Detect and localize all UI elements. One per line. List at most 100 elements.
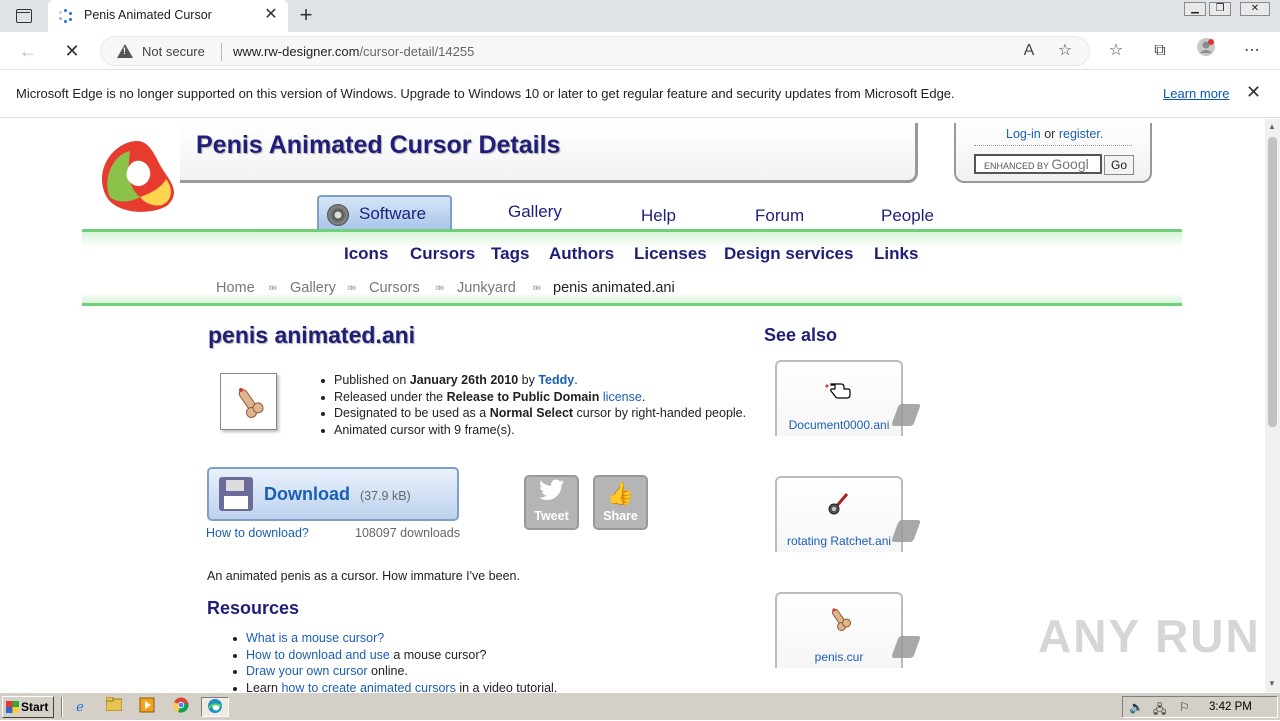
rw-designer-logo[interactable] [96, 135, 180, 213]
nav-authors[interactable]: Authors [549, 244, 614, 264]
tab-help[interactable]: Help [641, 206, 676, 226]
tab-actions-icon[interactable] [10, 6, 38, 26]
search-go-button[interactable]: Go [1104, 155, 1134, 175]
breadcrumb-junkyard[interactable]: Junkyard [457, 280, 516, 296]
page-viewport: Penis Animated Cursor Details Log-in or … [0, 119, 1265, 692]
network-icon[interactable]: 🖧 [1153, 700, 1166, 721]
profile-avatar-icon[interactable] [1192, 37, 1220, 65]
nav-icons[interactable]: Icons [344, 244, 388, 264]
resources-heading: Resources [207, 598, 300, 618]
tab-software[interactable]: Software [317, 195, 452, 229]
back-arrow-icon[interactable]: ← [14, 38, 42, 64]
resource-item: Draw your own cursor online. [232, 664, 557, 681]
media-player-icon[interactable] [135, 697, 159, 717]
tweet-button[interactable]: Tweet [524, 475, 579, 530]
disc-icon [327, 204, 349, 226]
penis-cursor-icon [825, 604, 855, 634]
chrome-icon[interactable] [169, 697, 193, 717]
url-host: www.rw-designer.com [233, 44, 360, 59]
author-link[interactable]: Teddy [538, 373, 574, 387]
resource-link[interactable]: What is a mouse cursor? [246, 631, 384, 645]
download-size: (37.9 kB) [360, 489, 411, 503]
see-also-card[interactable]: Document0000.ani [775, 360, 903, 436]
google-wordmark: Googl [1051, 156, 1089, 172]
login-link[interactable]: Log-in [1006, 127, 1041, 141]
resource-item: Learn how to create animated cursors in … [232, 680, 558, 693]
tab-close-icon[interactable]: ✕ [262, 6, 280, 24]
breadcrumb-gallery[interactable]: Gallery [290, 280, 336, 296]
how-to-download-link[interactable]: How to download? [206, 526, 309, 540]
infobar-close-icon[interactable]: ✕ [1246, 82, 1261, 103]
learn-more-link[interactable]: Learn more [1163, 86, 1229, 101]
url-text[interactable]: www.rw-designer.com/cursor-detail/14255 [233, 44, 474, 59]
resource-link[interactable]: How to download and use [246, 648, 390, 662]
see-also-card[interactable]: rotating Ratchet.ani [775, 476, 903, 552]
designated-suffix: cursor by right-handed people. [576, 406, 747, 420]
security-indicator[interactable]: Not secure [142, 44, 205, 59]
nav-cursors[interactable]: Cursors [410, 244, 475, 264]
tab-forum[interactable]: Forum [755, 206, 804, 226]
start-label: Start [21, 700, 49, 714]
breadcrumb-cursors[interactable]: Cursors [369, 280, 420, 296]
license-link[interactable]: license [603, 390, 642, 404]
resource-item: What is a mouse cursor? [232, 631, 557, 648]
published-item: Published on January 26th 2010 by Teddy. [320, 373, 746, 390]
resource-text: online. [367, 664, 408, 678]
page-scrollbar[interactable]: ▲ ▼ [1265, 119, 1280, 692]
see-also-card[interactable]: penis.cur [775, 592, 903, 668]
cursor-preview-image [220, 373, 277, 430]
scrollbar-thumb[interactable] [1268, 137, 1277, 427]
resource-link[interactable]: Draw your own cursor [246, 664, 368, 678]
resource-link[interactable]: how to create animated cursors [281, 681, 455, 693]
tab-people[interactable]: People [881, 206, 934, 226]
read-aloud-icon[interactable]: A [1015, 37, 1043, 65]
search-input[interactable]: ENHANCED BY Googl [974, 154, 1102, 174]
more-menu-icon[interactable]: ⋯ [1238, 37, 1266, 65]
scroll-down-icon[interactable]: ▼ [1268, 679, 1276, 688]
download-count: 108097 downloads [355, 526, 460, 540]
anyrun-watermark: ANY RUN [1038, 610, 1261, 662]
volume-icon[interactable]: 🔈 [1129, 700, 1144, 714]
nav-licenses[interactable]: Licenses [634, 244, 707, 264]
stop-loading-icon[interactable]: ✕ [58, 38, 86, 64]
edge-icon[interactable] [201, 697, 229, 717]
internet-explorer-icon[interactable]: ℯ [68, 697, 92, 717]
share-button[interactable]: 👍 Share [593, 475, 648, 530]
resource-text: a mouse cursor? [389, 647, 487, 662]
thumbs-up-icon: 👍 [606, 481, 635, 506]
page-title: Penis Animated Cursor Details [196, 131, 561, 159]
favorites-icon[interactable]: ☆ [1102, 37, 1130, 65]
collections-icon[interactable]: ⧉ [1146, 37, 1174, 65]
by-text: by [521, 373, 535, 387]
url-path: /cursor-detail/14255 [359, 44, 475, 59]
windows-taskbar: Start ℯ 🔈 🖧 ⚐ 3:42 PM [0, 692, 1280, 720]
nav-links[interactable]: Links [874, 244, 918, 264]
nav-tags[interactable]: Tags [491, 244, 529, 264]
see-also-name: rotating Ratchet.ani [786, 534, 892, 548]
tab-gallery[interactable]: Gallery [508, 202, 562, 222]
add-favorite-icon[interactable]: ☆ [1051, 37, 1079, 65]
frames-item: Animated cursor with 9 frame(s). [320, 423, 746, 440]
see-also-name: penis.cur [814, 650, 864, 664]
login-line: Log-in or register. [1006, 127, 1103, 141]
release-type: Release to Public Domain [446, 389, 600, 404]
share-label: Share [603, 509, 638, 523]
nav-design-services[interactable]: Design services [724, 244, 853, 264]
start-button[interactable]: Start [2, 696, 54, 718]
close-window-button[interactable]: ✕ [1240, 2, 1270, 16]
scroll-up-icon[interactable]: ▲ [1268, 122, 1276, 131]
download-button[interactable]: Download (37.9 kB) [207, 467, 459, 521]
browser-tab[interactable]: Penis Animated Cursor ✕ [48, 0, 288, 32]
taskbar-divider [61, 697, 63, 717]
action-center-flag-icon[interactable]: ⚐ [1179, 700, 1190, 714]
address-divider [221, 43, 222, 61]
published-prefix: Published on [334, 373, 407, 387]
file-explorer-icon[interactable] [102, 696, 126, 717]
register-link[interactable]: register. [1059, 127, 1103, 141]
restore-button[interactable]: ❐ [1209, 2, 1231, 16]
new-tab-button[interactable]: + [294, 4, 318, 28]
resource-text: in a video tutorial. [455, 680, 558, 693]
address-bar[interactable]: Not secure www.rw-designer.com/cursor-de… [100, 36, 1090, 66]
minimize-button[interactable]: ▁ [1184, 2, 1206, 16]
breadcrumb-home[interactable]: Home [216, 280, 255, 296]
